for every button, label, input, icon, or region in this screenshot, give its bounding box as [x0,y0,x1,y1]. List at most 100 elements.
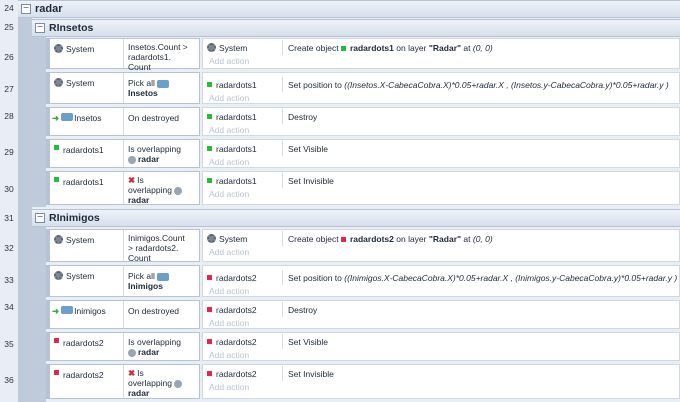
condition-block[interactable]: radardots1 ✖ Is overlapping radar [46,171,200,205]
condition-text: Inimigos.Count > radardots2. Count [128,233,185,263]
condition-block[interactable]: ➜ Inimigos On destroyed [46,300,200,329]
condition-block[interactable]: System Pick all Insetos [46,72,200,104]
object-dot-icon [54,145,59,150]
sprite-icon [61,113,74,121]
add-action-link[interactable]: Add action [209,157,249,167]
object-dot-icon [207,146,212,151]
action-text: Set Visible [288,336,329,347]
action-text: Create object radardots2 on layer "Radar… [288,233,493,244]
group-title: radar [35,3,63,15]
sprite-icon [61,306,74,314]
action-object: radardots2 [203,366,283,381]
event-row[interactable]: System Pick all Insetos radardots1 Set po… [46,72,680,106]
action-row[interactable]: radardots2 Set Visible [203,334,679,349]
action-row[interactable]: radardots1 Destroy [203,109,679,124]
event-row[interactable]: ➜ Inimigos On destroyed radardots2 Destro… [46,300,680,331]
line-number: 36 [4,375,14,385]
trigger-arrow-icon: ➜ [52,306,60,316]
event-row[interactable]: System Pick all Inimigos radardots2 Set p… [46,265,680,299]
condition-text: Is overlapping radar [128,144,181,164]
event-row[interactable]: ➜ Insetos On destroyed radardots1 Destroy… [46,107,680,138]
collapse-toggle-icon[interactable]: − [35,213,45,223]
action-block[interactable]: radardots1 Destroy Add action [202,107,680,136]
sprite-icon [156,79,169,88]
line-number: 31 [4,213,14,223]
add-action-link[interactable]: Add action [209,93,249,103]
condition-block[interactable]: radardots2 Is overlapping radar [46,332,200,361]
event-row[interactable]: radardots1 Is overlapping radar radardots… [46,139,680,170]
action-text: Set Invisible [288,368,334,379]
gear-icon [54,78,63,87]
condition-object: radardots2 [50,365,124,398]
condition-block[interactable]: radardots2 ✖ Is overlapping radar [46,364,200,399]
object-dot-icon [207,275,212,280]
condition-text: Is overlapping radar [128,337,181,357]
condition-text: On destroyed [128,306,180,316]
action-text: Set position to ((Insetos.X-CabecaCobra.… [288,79,669,90]
action-block[interactable]: radardots2 Destroy Add action [202,300,680,329]
condition-block[interactable]: ➜ Insetos On destroyed [46,107,200,136]
add-action-link[interactable]: Add action [209,247,249,257]
line-number: 34 [4,302,14,312]
action-row[interactable]: radardots1 Set Invisible [203,173,679,188]
sprite-icon [156,272,169,281]
condition-block[interactable]: System Pick all Inimigos [46,265,200,297]
group-rinimigos[interactable]: − RInimigos [32,209,680,227]
condition-text: Pick all Inimigos [124,266,199,296]
add-action-link[interactable]: Add action [209,318,249,328]
event-row[interactable]: System Inimigos.Count > radardots2. Count … [46,229,680,264]
event-row[interactable]: radardots2 Is overlapping radar radardots… [46,332,680,363]
action-block[interactable]: radardots1 Set Invisible Add action [202,171,680,205]
object-dot-icon [54,338,59,343]
invert-x-icon: ✖ [128,175,136,185]
action-block[interactable]: radardots2 Set Invisible Add action [202,364,680,399]
action-block[interactable]: radardots1 Set Visible Add action [202,139,680,168]
action-text: Set position to ((Inimigos.X-CabecaCobra… [288,272,678,283]
action-block[interactable]: radardots1 Set position to ((Insetos.X-C… [202,72,680,104]
action-object: radardots1 [203,77,283,92]
action-object: radardots1 [203,141,283,156]
collapse-toggle-icon[interactable]: − [35,23,45,33]
action-row[interactable]: radardots2 Set Invisible [203,366,679,381]
action-row[interactable]: radardots1 Set position to ((Insetos.X-C… [203,77,679,92]
line-number: 28 [4,111,14,121]
group-radar[interactable]: − radar [18,0,680,18]
event-sheet: 24 25 26 27 28 29 30 31 32 33 34 35 36 −… [0,0,680,402]
add-action-link[interactable]: Add action [209,189,249,199]
action-row[interactable]: System Create object radardots2 on layer… [203,231,679,246]
object-dot-icon [207,114,212,119]
action-row[interactable]: radardots1 Set Visible [203,141,679,156]
line-number: 32 [4,243,14,253]
add-action-link[interactable]: Add action [209,286,249,296]
gear-icon [207,43,216,52]
action-block[interactable]: System Create object radardots1 on layer… [202,38,680,69]
object-dot-icon [54,370,59,375]
collapse-toggle-icon[interactable]: − [21,4,31,14]
add-action-link[interactable]: Add action [209,350,249,360]
event-row[interactable]: System Insetos.Count > radardots1. Count S… [46,38,680,72]
action-block[interactable]: System Create object radardots2 on layer… [202,229,680,262]
action-row[interactable]: radardots2 Destroy [203,302,679,317]
event-row[interactable]: radardots1 ✖ Is overlapping radar radardot… [46,171,680,207]
object-dot-icon [340,236,346,242]
add-action-link[interactable]: Add action [209,382,249,392]
action-row[interactable]: radardots2 Set position to ((Inimigos.X-… [203,270,679,285]
line-number: 35 [4,339,14,349]
event-row[interactable]: radardots2 ✖ Is overlapping radar radardot… [46,364,680,401]
add-action-link[interactable]: Add action [209,125,249,135]
condition-block[interactable]: System Inimigos.Count > radardots2. Count [46,229,200,263]
line-number: 25 [4,22,14,32]
gear-icon [54,271,63,280]
action-object: radardots2 [203,334,283,349]
action-row[interactable]: System Create object radardots1 on layer… [203,40,679,55]
add-action-link[interactable]: Add action [209,56,249,66]
action-block[interactable]: radardots2 Set position to ((Inimigos.X-… [202,265,680,297]
condition-block[interactable]: System Insetos.Count > radardots1. Count [46,38,200,72]
action-block[interactable]: radardots2 Set Visible Add action [202,332,680,361]
group-indent-bar [32,37,46,207]
radar-object-icon [174,186,183,195]
line-number: 33 [4,275,14,285]
condition-block[interactable]: radardots1 Is overlapping radar [46,139,200,168]
invert-x-icon: ✖ [128,368,136,378]
group-rinsetos[interactable]: − RInsetos [32,19,680,37]
